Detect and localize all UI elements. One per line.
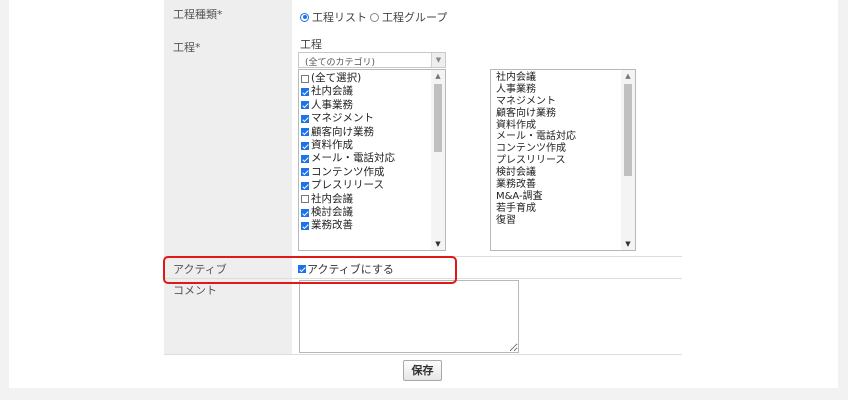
selected-process-item[interactable]: 検討会議: [496, 167, 619, 179]
available-process-items: (全て選択) 社内会議 人事業務 マネジメント 顧客向け業務 資料作成 メール・電話対応 コン…: [301, 72, 429, 233]
active-checkbox-wrap[interactable]: アクティブにする: [298, 261, 394, 277]
process-item-label: (全て選択): [311, 72, 362, 84]
process-checkbox[interactable]: [301, 141, 309, 150]
scroll-down-icon[interactable]: ▼: [431, 238, 445, 250]
available-process-item[interactable]: 社内会議: [301, 193, 429, 206]
selected-process-item[interactable]: 社内会議: [496, 72, 619, 84]
process-checkbox[interactable]: [301, 155, 309, 164]
process-item-label: メール・電話対応: [311, 152, 395, 165]
active-checkbox-label[interactable]: アクティブにする: [307, 261, 394, 277]
selected-process-item[interactable]: 業務改善: [496, 179, 619, 191]
selected-scrollbar[interactable]: ▲ ▼: [621, 70, 635, 250]
process-checkbox[interactable]: [301, 101, 309, 110]
process-checkbox[interactable]: [301, 181, 309, 190]
process-checkbox[interactable]: [301, 88, 309, 97]
selected-process-item[interactable]: マネジメント: [496, 96, 619, 108]
active-checkbox[interactable]: [298, 265, 306, 273]
available-scrollbar[interactable]: ▲ ▼: [431, 70, 445, 250]
selected-process-item[interactable]: 人事業務: [496, 84, 619, 96]
selected-process-item[interactable]: メール・電話対応: [496, 131, 619, 143]
process-item-label: マネジメント: [311, 112, 374, 125]
left-margin: [0, 0, 9, 388]
row-active: アクティブ アクティブにする: [164, 257, 682, 278]
scroll-thumb[interactable]: [624, 84, 632, 176]
available-process-listbox[interactable]: (全て選択) 社内会議 人事業務 マネジメント 顧客向け業務 資料作成 メール・電話対応 コン…: [298, 69, 446, 251]
radio-process-list[interactable]: [300, 12, 309, 22]
process-checkbox[interactable]: [301, 128, 309, 137]
selected-process-item[interactable]: コンテンツ作成: [496, 143, 619, 155]
scroll-down-icon[interactable]: ▼: [621, 238, 635, 250]
process-item-label: 顧客向け業務: [311, 125, 374, 138]
process-checkbox[interactable]: [301, 208, 309, 217]
selected-process-item[interactable]: 資料作成: [496, 120, 619, 132]
radio-process-group-label[interactable]: 工程グループ: [382, 9, 447, 25]
selected-process-item[interactable]: 若手育成: [496, 203, 619, 215]
process-item-label: 資料作成: [311, 138, 353, 151]
process-checkbox[interactable]: [301, 195, 309, 204]
category-select-value: (全てのカテゴリ): [305, 58, 376, 68]
scroll-up-icon[interactable]: ▲: [621, 70, 635, 82]
available-process-item[interactable]: (全て選択): [301, 72, 429, 85]
available-process-item[interactable]: 検討会議: [301, 206, 429, 219]
comment-textarea[interactable]: [299, 280, 519, 353]
available-process-item[interactable]: コンテンツ作成: [301, 166, 429, 179]
process-item-label: プレスリリース: [311, 179, 384, 192]
process-checkbox[interactable]: [301, 114, 309, 123]
available-process-item[interactable]: 社内会議: [301, 85, 429, 98]
process-checkbox[interactable]: [301, 221, 309, 230]
selected-process-item[interactable]: M&A-調査: [496, 191, 619, 203]
available-process-item[interactable]: 顧客向け業務: [301, 126, 429, 139]
available-process-item[interactable]: 人事業務: [301, 99, 429, 112]
available-process-item[interactable]: メール・電話対応: [301, 152, 429, 165]
comment-label: コメント: [164, 279, 292, 354]
category-select[interactable]: (全てのカテゴリ) ▼: [298, 52, 446, 68]
row-process-type: 工程種類* 工程リスト 工程グループ: [164, 0, 682, 32]
process-item-label: 社内会議: [311, 192, 353, 205]
process-title: 工程: [300, 38, 322, 51]
scroll-up-icon[interactable]: ▲: [431, 70, 445, 82]
process-type-radio-group: 工程リスト 工程グループ: [300, 9, 450, 25]
selected-process-listbox[interactable]: 社内会議 人事業務 マネジメント 顧客向け業務 資料作成 メール・電話対応 コンテンツ作成プ…: [490, 69, 636, 251]
process-type-label: 工程種類*: [164, 0, 292, 32]
chevron-down-icon[interactable]: ▼: [431, 53, 445, 67]
process-checkbox[interactable]: [301, 74, 309, 83]
process-item-label: 人事業務: [311, 98, 353, 111]
available-process-item[interactable]: 業務改善: [301, 219, 429, 232]
available-process-item[interactable]: プレスリリース: [301, 179, 429, 192]
scroll-thumb[interactable]: [434, 84, 442, 152]
selected-process-item[interactable]: プレスリリース: [496, 155, 619, 167]
bottom-strip: [0, 388, 848, 400]
process-item-label: 業務改善: [311, 219, 353, 232]
right-margin: [838, 0, 848, 388]
process-item-label: コンテンツ作成: [311, 165, 385, 178]
process-checkbox[interactable]: [301, 168, 309, 177]
radio-process-group[interactable]: [370, 12, 379, 22]
selected-process-items: 社内会議 人事業務 マネジメント 顧客向け業務 資料作成 メール・電話対応 コンテンツ作成プ…: [496, 72, 619, 227]
available-process-item[interactable]: 資料作成: [301, 139, 429, 152]
process-label: 工程*: [164, 32, 292, 256]
save-button[interactable]: 保存: [403, 360, 442, 381]
selected-process-item[interactable]: 顧客向け業務: [496, 108, 619, 120]
process-item-label: 検討会議: [311, 205, 353, 218]
selected-process-item[interactable]: 復習: [496, 215, 619, 227]
process-type-value: 工程リスト 工程グループ: [292, 0, 682, 32]
process-item-label: 社内会議: [311, 85, 353, 98]
active-label: アクティブ: [164, 257, 292, 278]
available-process-item[interactable]: マネジメント: [301, 112, 429, 125]
row-divider: [164, 354, 682, 355]
radio-process-list-label[interactable]: 工程リスト: [312, 9, 367, 25]
